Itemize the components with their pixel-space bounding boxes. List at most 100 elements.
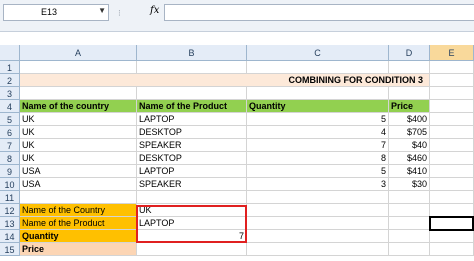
quantity-cell[interactable]: 4 xyxy=(247,126,389,139)
table-row: UK DESKTOP 8 $460 xyxy=(20,152,474,165)
criteria-row: Quantity 7 xyxy=(20,230,474,243)
header-country[interactable]: Name of the country xyxy=(20,100,137,113)
product-cell[interactable]: DESKTOP xyxy=(137,152,247,165)
cell-d14[interactable] xyxy=(389,230,430,243)
price-cell[interactable]: $410 xyxy=(389,165,430,178)
insert-function-icon[interactable]: fx xyxy=(150,5,159,16)
price-cell[interactable]: $460 xyxy=(389,152,430,165)
column-header-d[interactable]: D xyxy=(389,45,430,61)
cell-e10[interactable] xyxy=(430,178,474,191)
cell-c15[interactable] xyxy=(247,243,389,256)
product-criteria-label[interactable]: Name of the Product xyxy=(20,217,137,230)
chevron-down-icon[interactable]: ▼ xyxy=(98,6,106,15)
report-title-text: COMBINING FOR CONDITION 3 xyxy=(288,75,424,85)
report-title[interactable]: COMBINING FOR CONDITION 3 xyxy=(20,74,430,87)
table-row: USA LAPTOP 5 $410 xyxy=(20,165,474,178)
cell-e2[interactable] xyxy=(430,74,474,87)
row-header-7[interactable]: 7 xyxy=(0,139,20,152)
cell-d12[interactable] xyxy=(389,204,430,217)
header-quantity[interactable]: Quantity xyxy=(247,100,389,113)
cell-e15[interactable] xyxy=(430,243,474,256)
country-cell[interactable]: USA xyxy=(20,178,137,191)
cell-e3[interactable] xyxy=(430,87,474,100)
cell-e4[interactable] xyxy=(430,100,474,113)
row-header-3[interactable]: 3 xyxy=(0,87,20,100)
cell-e14[interactable] xyxy=(430,230,474,243)
price-cell[interactable]: $40 xyxy=(389,139,430,152)
cell-c3[interactable] xyxy=(247,87,389,100)
price-result-label[interactable]: Price xyxy=(20,243,137,256)
cell-e8[interactable] xyxy=(430,152,474,165)
row-header-6[interactable]: 6 xyxy=(0,126,20,139)
column-header-a[interactable]: A xyxy=(20,45,137,61)
price-result-value[interactable] xyxy=(137,243,247,256)
formula-input[interactable] xyxy=(164,4,474,21)
row-header-2[interactable]: 2 xyxy=(0,74,20,87)
product-cell[interactable]: DESKTOP xyxy=(137,126,247,139)
product-cell[interactable]: LAPTOP xyxy=(137,165,247,178)
country-cell[interactable]: UK xyxy=(20,126,137,139)
country-cell[interactable]: USA xyxy=(20,165,137,178)
row-header-14[interactable]: 14 xyxy=(0,230,20,243)
quantity-criteria-label[interactable]: Quantity xyxy=(20,230,137,243)
quantity-cell[interactable]: 7 xyxy=(247,139,389,152)
quantity-cell[interactable]: 8 xyxy=(247,152,389,165)
price-cell[interactable]: $705 xyxy=(389,126,430,139)
cell-e6[interactable] xyxy=(430,126,474,139)
price-cell[interactable]: $30 xyxy=(389,178,430,191)
cell-b1[interactable] xyxy=(137,61,247,74)
cell-d11[interactable] xyxy=(389,191,430,204)
row-header-13[interactable]: 13 xyxy=(0,217,20,230)
cell-e7[interactable] xyxy=(430,139,474,152)
sheet-row xyxy=(20,87,474,100)
cell-c11[interactable] xyxy=(247,191,389,204)
country-criteria-label[interactable]: Name of the Country xyxy=(20,204,137,217)
price-cell[interactable]: $400 xyxy=(389,113,430,126)
product-cell[interactable]: LAPTOP xyxy=(137,113,247,126)
cell-a11[interactable] xyxy=(20,191,137,204)
cell-e9[interactable] xyxy=(430,165,474,178)
cell-b3[interactable] xyxy=(137,87,247,100)
row-header-15[interactable]: 15 xyxy=(0,243,20,256)
row-header-10[interactable]: 10 xyxy=(0,178,20,191)
column-header-e[interactable]: E xyxy=(430,45,474,61)
cell-c1[interactable] xyxy=(247,61,389,74)
header-product[interactable]: Name of the Product xyxy=(137,100,247,113)
column-header-b[interactable]: B xyxy=(137,45,247,61)
row-header-11[interactable]: 11 xyxy=(0,191,20,204)
column-header-c[interactable]: C xyxy=(247,45,389,61)
cell-e11[interactable] xyxy=(430,191,474,204)
criteria-row: Name of the Product LAPTOP xyxy=(20,217,474,230)
cell-d1[interactable] xyxy=(389,61,430,74)
product-cell[interactable]: SPEAKER xyxy=(137,139,247,152)
country-cell[interactable]: UK xyxy=(20,113,137,126)
quantity-cell[interactable]: 3 xyxy=(247,178,389,191)
country-cell[interactable]: UK xyxy=(20,152,137,165)
product-cell[interactable]: SPEAKER xyxy=(137,178,247,191)
cell-b11[interactable] xyxy=(137,191,247,204)
cell-d13[interactable] xyxy=(389,217,430,230)
name-box-value: E13 xyxy=(40,7,57,17)
row-header-9[interactable]: 9 xyxy=(0,165,20,178)
cell-d15[interactable] xyxy=(389,243,430,256)
cell-d3[interactable] xyxy=(389,87,430,100)
quantity-cell[interactable]: 5 xyxy=(247,165,389,178)
table-row: UK LAPTOP 5 $400 xyxy=(20,113,474,126)
row-header-12[interactable]: 12 xyxy=(0,204,20,217)
cell-e1[interactable] xyxy=(430,61,474,74)
row-header-1[interactable]: 1 xyxy=(0,61,20,74)
row-header-8[interactable]: 8 xyxy=(0,152,20,165)
row-header-4[interactable]: 4 xyxy=(0,100,20,113)
name-box[interactable]: E13 ▼ xyxy=(3,4,109,21)
country-cell[interactable]: UK xyxy=(20,139,137,152)
cell-e5[interactable] xyxy=(430,113,474,126)
cell-a1[interactable] xyxy=(20,61,137,74)
cell-a3[interactable] xyxy=(20,87,137,100)
cell-c12[interactable] xyxy=(247,204,389,217)
header-price[interactable]: Price xyxy=(389,100,430,113)
row-header-5[interactable]: 5 xyxy=(0,113,20,126)
quantity-cell[interactable]: 5 xyxy=(247,113,389,126)
cell-c13[interactable] xyxy=(247,217,389,230)
cell-c14[interactable] xyxy=(247,230,389,243)
select-all-button[interactable] xyxy=(0,45,20,61)
